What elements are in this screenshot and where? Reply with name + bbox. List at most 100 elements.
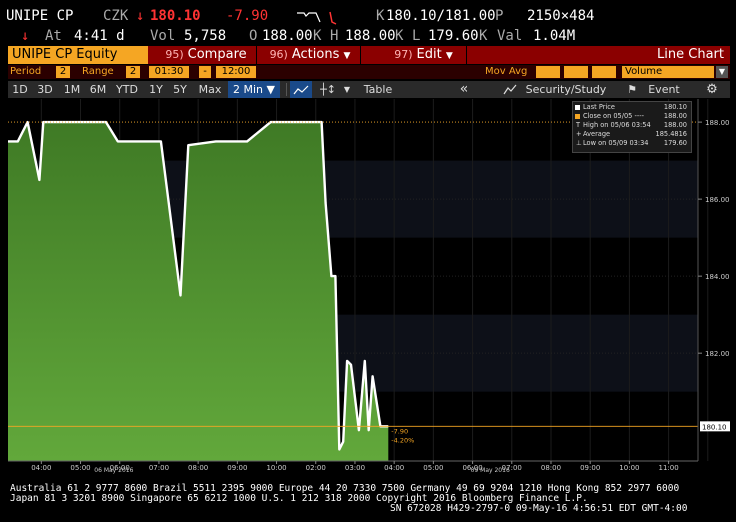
low-label: L xyxy=(412,28,421,44)
mov-avg-input-1[interactable] xyxy=(536,66,560,78)
crosshair-dropdown-icon[interactable]: ▼ xyxy=(342,81,352,98)
down-arrow-small-icon: ↓ xyxy=(21,28,30,44)
edit-label: Edit xyxy=(416,47,442,62)
x-tick-label: 07:00 xyxy=(149,464,169,472)
command-bar: UNIPE CP Equity 95) Compare 96) Actions ▼ … xyxy=(8,46,730,64)
price-chart[interactable]: 188.00 186.00 184.00 182.00 180.10 -7.90-4.20… xyxy=(8,99,730,474)
x-tick-label: 11:00 xyxy=(659,464,679,472)
val-label: Val xyxy=(497,28,523,44)
compare-label: Compare xyxy=(187,47,247,62)
volume: 5,758 xyxy=(184,28,227,44)
down-arrow-icon: ↓ xyxy=(136,8,145,24)
range-max-button[interactable]: Max xyxy=(196,81,224,98)
range-input[interactable]: 2 xyxy=(126,66,140,78)
y-tick-label: 188.00 xyxy=(705,119,730,127)
back-button[interactable]: « xyxy=(452,81,476,98)
last-price-tag: 180.10 xyxy=(702,423,727,431)
footer-session-info: SN 672028 H429-2797-0 09-May-16 4:56:51 … xyxy=(390,503,688,514)
range-3d-button[interactable]: 3D xyxy=(34,81,56,98)
edit-dropdown-icon: ▼ xyxy=(445,51,453,61)
start-time-input[interactable]: 01:30 xyxy=(149,66,189,78)
close-swatch xyxy=(575,114,580,119)
ask-label: P xyxy=(495,8,504,24)
x-tick-label: 03:00 xyxy=(345,464,365,472)
crosshair-icon[interactable]: ┼↕ xyxy=(316,81,340,98)
chart-legend: Last Price 180.10 Close on 05/05 ---- 18… xyxy=(572,101,692,153)
legend-close-label: Close on 05/05 ---- xyxy=(583,112,644,120)
vol-label: Vol xyxy=(150,28,176,44)
change-annotation: -7.90 xyxy=(391,427,408,435)
table-button[interactable]: Table xyxy=(358,81,398,98)
mov-avg-input-3[interactable] xyxy=(592,66,616,78)
legend-high-value: 188.00 xyxy=(663,121,687,129)
x-date-label: 09 May 2016 xyxy=(471,467,510,474)
low-price: 179.60 xyxy=(428,28,479,44)
period-row: Period 2 Range 2 01:30 - 12:00 Mov Avg V… xyxy=(8,65,730,79)
bid-label: K xyxy=(376,8,385,24)
x-tick-label: 05:00 xyxy=(423,464,443,472)
study-select[interactable]: Volume xyxy=(622,66,714,78)
at-label: At xyxy=(45,28,62,44)
last-price: 180.10 xyxy=(150,8,201,24)
low-unit: K xyxy=(479,28,488,44)
high-price: 188.00 xyxy=(345,28,396,44)
x-tick-label: 09:00 xyxy=(580,464,600,472)
open-unit: K xyxy=(313,28,322,44)
quote-time: 4:41 d xyxy=(74,28,125,44)
y-tick-label: 186.00 xyxy=(705,196,730,204)
event-button[interactable]: Event xyxy=(642,81,686,98)
y-tick-label: 182.00 xyxy=(705,350,730,358)
security-field[interactable]: UNIPE CP Equity xyxy=(8,46,148,64)
edit-number: 97) xyxy=(394,48,413,61)
actions-button[interactable]: 96) Actions ▼ xyxy=(260,46,361,64)
compare-number: 95) xyxy=(165,48,184,61)
security-study-button[interactable]: Security/Study xyxy=(520,81,612,98)
range-label: Range xyxy=(82,66,114,77)
line-tool-icon[interactable] xyxy=(290,81,312,98)
compare-button[interactable]: 95) Compare xyxy=(156,46,257,64)
x-tick-label: 04:00 xyxy=(384,464,404,472)
chart-type-label[interactable]: Line Chart xyxy=(657,46,724,64)
range-ytd-button[interactable]: YTD xyxy=(112,81,142,98)
interval-select[interactable]: 2 Min ▼ xyxy=(228,81,280,98)
x-tick-label: 08:00 xyxy=(188,464,208,472)
x-tick-label: 10:00 xyxy=(266,464,286,472)
actions-number: 96) xyxy=(269,48,288,61)
net-change: -7.90 xyxy=(226,8,269,24)
settings-gear-icon[interactable]: ⚙ xyxy=(702,81,722,98)
edit-button[interactable]: 97) Edit ▼ xyxy=(381,46,467,64)
actions-label: Actions xyxy=(291,47,340,62)
legend-low-label: Low on 05/09 03:34 xyxy=(583,139,649,147)
sparkline-icon xyxy=(297,11,337,25)
x-tick-label: 09:00 xyxy=(227,464,247,472)
range-5y-button[interactable]: 5Y xyxy=(170,81,190,98)
ticker[interactable]: UNIPE CP xyxy=(6,8,73,24)
x-date-label: 06 May 2016 xyxy=(94,467,133,474)
mov-avg-input-2[interactable] xyxy=(564,66,588,78)
y-tick-label: 184.00 xyxy=(705,273,730,281)
range-1d-button[interactable]: 1D xyxy=(10,81,30,98)
x-tick-label: 04:00 xyxy=(31,464,51,472)
high-unit: K xyxy=(395,28,404,44)
range-6m-button[interactable]: 6M xyxy=(86,81,110,98)
change-pct-annotation: -4.20% xyxy=(391,436,414,444)
legend-close-value: 188.00 xyxy=(663,112,687,120)
period-label: Period xyxy=(10,66,42,77)
bid-ask: 180.10/181.00 xyxy=(386,8,496,24)
range-dash: - xyxy=(199,66,211,78)
currency: CZK xyxy=(103,8,129,24)
legend-average-value: 185.4816 xyxy=(655,130,687,138)
range-1y-button[interactable]: 1Y xyxy=(146,81,166,98)
quote-row-2: ↓ At 4:41 d Vol 5,758 O 188.00 K H 188.0… xyxy=(0,28,736,46)
end-time-input[interactable]: 12:00 xyxy=(216,66,256,78)
open-price: 188.00 xyxy=(262,28,313,44)
range-1m-button[interactable]: 1M xyxy=(60,81,84,98)
legend-average-label: Average xyxy=(583,130,611,138)
bid-ask-size: 2150×484 xyxy=(527,8,595,24)
x-tick-label: 02:00 xyxy=(306,464,326,472)
period-input[interactable]: 2 xyxy=(56,66,70,78)
average-marker-icon: + xyxy=(576,130,582,138)
legend-last-label: Last Price xyxy=(583,103,615,111)
mov-avg-label: Mov Avg xyxy=(485,66,528,77)
study-dropdown-icon[interactable]: ▼ xyxy=(716,66,728,78)
